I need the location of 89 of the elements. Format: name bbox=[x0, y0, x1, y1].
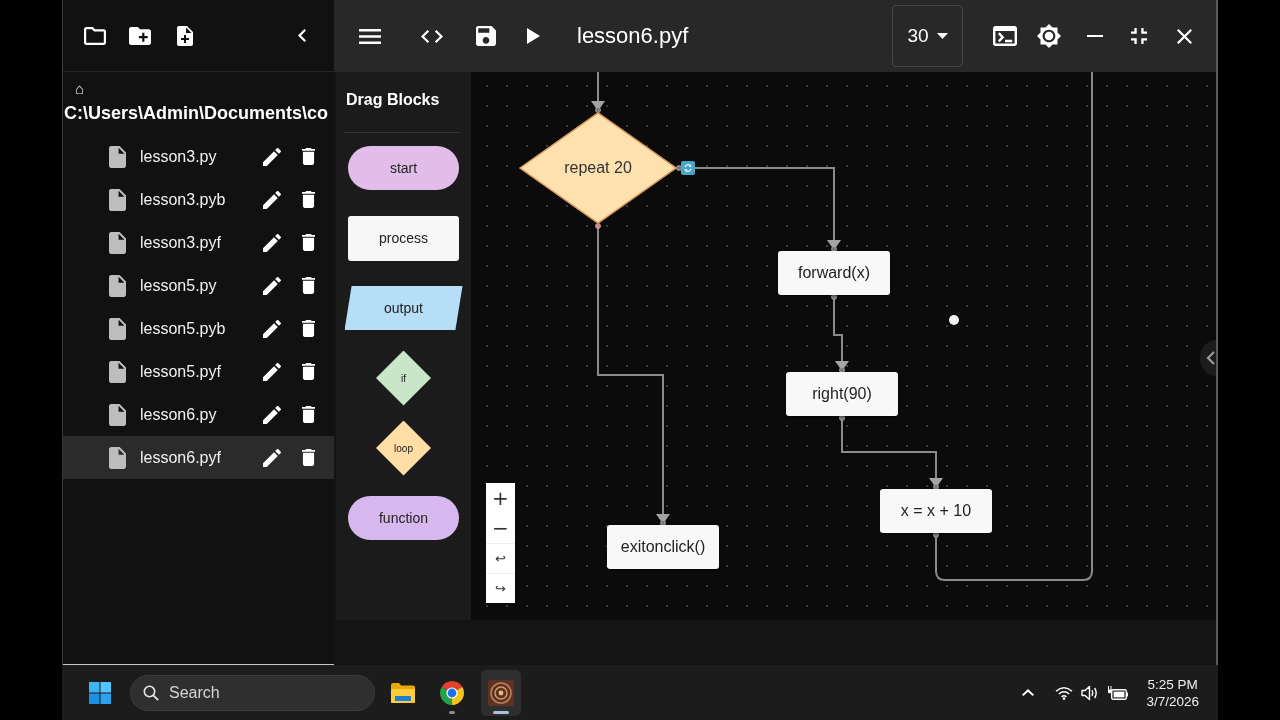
file-name: lesson5.pyf bbox=[140, 362, 221, 381]
file-icon bbox=[109, 188, 126, 211]
folder-icon[interactable] bbox=[84, 26, 106, 45]
file-name: lesson3.py bbox=[140, 147, 217, 166]
palette-title: Drag Blocks bbox=[346, 90, 440, 110]
file-title: lesson6.pyf bbox=[577, 23, 689, 49]
speaker-icon[interactable] bbox=[1081, 684, 1100, 701]
if-block[interactable]: if bbox=[376, 350, 431, 406]
output-block[interactable]: output bbox=[344, 286, 463, 330]
file-row[interactable]: lesson5.py bbox=[63, 264, 334, 307]
folder-path: C:\Users\Admin\Documents\co bbox=[63, 102, 329, 124]
chevron-left-icon[interactable] bbox=[298, 29, 306, 42]
process-block: exitonclick() bbox=[607, 525, 719, 569]
collapse-handle-icon[interactable] bbox=[1200, 340, 1216, 376]
trash-icon[interactable] bbox=[302, 406, 315, 423]
file-name: lesson5.py bbox=[140, 276, 217, 295]
pencil-icon[interactable] bbox=[263, 319, 281, 338]
file-icon bbox=[109, 403, 126, 426]
trash-icon[interactable] bbox=[302, 191, 315, 208]
speed-dropdown[interactable]: 30 bbox=[892, 5, 963, 67]
browser-icon bbox=[439, 679, 465, 706]
code-icon[interactable] bbox=[421, 29, 443, 43]
file-name: lesson6.pyf bbox=[140, 448, 221, 467]
trash-icon[interactable] bbox=[302, 363, 315, 380]
zoom-out-button[interactable]: − bbox=[486, 513, 515, 543]
process-block[interactable]: process bbox=[348, 215, 459, 261]
pencil-icon[interactable] bbox=[263, 448, 281, 467]
save-icon[interactable] bbox=[476, 26, 496, 46]
start-menu-icon[interactable] bbox=[89, 681, 111, 704]
trash-icon[interactable] bbox=[302, 277, 315, 294]
search-icon bbox=[143, 684, 159, 701]
file-row[interactable]: lesson3.pyf bbox=[63, 221, 334, 264]
loop-block[interactable]: loop bbox=[376, 420, 431, 476]
redo-button[interactable]: ↪ bbox=[486, 573, 515, 603]
trash-icon[interactable] bbox=[302, 449, 315, 466]
clock-time[interactable]: 5:25 PM bbox=[1147, 675, 1198, 693]
file-row[interactable]: lesson6.py bbox=[63, 393, 334, 436]
pencil-icon[interactable] bbox=[263, 190, 281, 209]
pencil-icon[interactable] bbox=[263, 147, 281, 166]
file-icon bbox=[109, 360, 126, 383]
brightness-icon[interactable] bbox=[1037, 24, 1061, 48]
chevron-up-icon[interactable] bbox=[1022, 689, 1035, 696]
file-icon bbox=[109, 274, 126, 297]
wifi-icon[interactable] bbox=[1055, 685, 1074, 700]
file-row[interactable]: lesson3.py bbox=[63, 135, 334, 178]
function-block[interactable]: function bbox=[348, 496, 459, 540]
pencil-icon[interactable] bbox=[263, 233, 281, 252]
caret-down-icon bbox=[936, 33, 948, 39]
process-block: right(90) bbox=[786, 372, 898, 416]
trash-icon[interactable] bbox=[302, 148, 315, 165]
home-icon[interactable]: ⌂ bbox=[75, 80, 85, 98]
file-name: lesson3.pyb bbox=[140, 190, 226, 209]
start-block[interactable]: start bbox=[348, 146, 459, 190]
trash-icon[interactable] bbox=[302, 320, 315, 337]
loop-block: repeat 20 bbox=[519, 112, 677, 224]
clock-date[interactable]: 3/7/2026 bbox=[1146, 692, 1199, 710]
battery-icon[interactable] bbox=[1108, 685, 1129, 700]
file-row[interactable]: lesson5.pyb bbox=[63, 307, 334, 350]
file-icon bbox=[109, 446, 126, 469]
pencil-icon[interactable] bbox=[263, 405, 281, 424]
terminal-icon[interactable] bbox=[993, 26, 1017, 46]
new-folder-icon[interactable] bbox=[129, 26, 151, 45]
search-field[interactable]: Search bbox=[130, 674, 375, 711]
file-row[interactable]: lesson3.pyb bbox=[63, 178, 334, 221]
zoom-in-button[interactable]: + bbox=[486, 483, 515, 513]
close-icon[interactable] bbox=[1177, 28, 1192, 44]
cursor-icon bbox=[949, 315, 959, 325]
menu-icon[interactable] bbox=[359, 28, 381, 44]
process-block: x = x + 10 bbox=[880, 489, 992, 533]
exit-fullscreen-icon[interactable] bbox=[1131, 28, 1147, 44]
file-icon bbox=[109, 231, 126, 254]
file-name: lesson6.py bbox=[140, 405, 217, 424]
connector-arrow bbox=[591, 72, 605, 113]
app-icon bbox=[488, 679, 514, 706]
refresh-icon[interactable] bbox=[681, 161, 695, 175]
taskbar-app-button[interactable] bbox=[481, 669, 521, 716]
play-icon[interactable] bbox=[527, 28, 540, 44]
pencil-icon[interactable] bbox=[263, 362, 281, 381]
file-row[interactable]: lesson5.pyf bbox=[63, 350, 334, 393]
file-name: lesson5.pyb bbox=[140, 319, 226, 338]
file-icon bbox=[109, 317, 126, 340]
file-name: lesson3.pyf bbox=[140, 233, 221, 252]
pencil-icon[interactable] bbox=[263, 276, 281, 295]
trash-icon[interactable] bbox=[302, 234, 315, 251]
new-file-icon[interactable] bbox=[177, 25, 193, 46]
process-block: forward(x) bbox=[778, 251, 890, 295]
undo-button[interactable]: ↩ bbox=[486, 543, 515, 573]
file-icon bbox=[109, 145, 126, 168]
file-row[interactable]: lesson6.pyf bbox=[63, 436, 334, 479]
